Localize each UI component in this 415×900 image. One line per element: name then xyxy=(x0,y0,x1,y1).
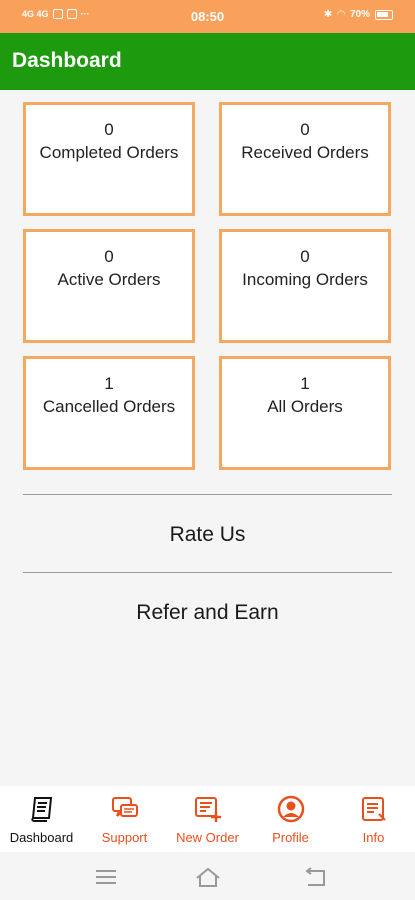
status-bar: 4G 4G ··· 08:50 ✱ ◠ 70% xyxy=(0,0,415,33)
tile-incoming-orders[interactable]: 0 Incoming Orders xyxy=(219,229,391,343)
dashboard-icon xyxy=(30,797,52,822)
profile-icon xyxy=(277,795,304,823)
tile-active-orders[interactable]: 0 Active Orders xyxy=(23,229,195,343)
tile-label: Active Orders xyxy=(57,270,161,289)
nav-support[interactable]: Support xyxy=(83,794,166,850)
tile-label: Completed Orders xyxy=(39,143,179,162)
tile-count: 0 xyxy=(300,120,310,139)
tile-completed-orders[interactable]: 0 Completed Orders xyxy=(23,102,195,216)
bottom-nav: Dashboard Support New Order Profile Info xyxy=(0,786,415,852)
tile-count: 1 xyxy=(104,374,114,393)
nav-label: Dashboard xyxy=(9,830,74,845)
system-nav-bar xyxy=(0,852,415,900)
nav-info[interactable]: Info xyxy=(332,794,415,850)
battery-percent: 70% xyxy=(349,9,370,20)
info-document-icon xyxy=(361,797,386,821)
tile-count: 0 xyxy=(104,120,114,139)
tile-cancelled-orders[interactable]: 1 Cancelled Orders xyxy=(23,356,195,470)
tile-label: Incoming Orders xyxy=(242,270,368,289)
wifi-icon: ◠ xyxy=(337,9,345,20)
back-icon[interactable] xyxy=(302,866,330,888)
nav-profile[interactable]: Profile xyxy=(249,794,332,850)
battery-icon xyxy=(375,9,393,20)
recent-apps-icon[interactable] xyxy=(92,866,120,888)
nav-label: Profile xyxy=(272,830,309,845)
tile-count: 0 xyxy=(104,247,114,266)
refer-and-earn-link[interactable]: Refer and Earn xyxy=(23,583,392,643)
nav-label: Info xyxy=(362,830,385,845)
rate-us-link[interactable]: Rate Us xyxy=(23,505,392,565)
nav-label: Support xyxy=(101,830,148,845)
app-bar: Dashboard xyxy=(0,33,415,90)
support-chat-icon xyxy=(111,797,138,817)
tile-count: 1 xyxy=(300,374,310,393)
new-order-icon xyxy=(194,797,221,822)
divider xyxy=(23,494,392,495)
bluetooth-icon: ✱ xyxy=(323,9,333,20)
divider xyxy=(23,572,392,573)
tile-count: 0 xyxy=(300,247,310,266)
tile-label: Received Orders xyxy=(241,143,369,162)
tile-received-orders[interactable]: 0 Received Orders xyxy=(219,102,391,216)
nav-label: New Order xyxy=(176,830,239,845)
home-icon[interactable] xyxy=(194,866,222,888)
page-title: Dashboard xyxy=(12,49,122,72)
tile-label: All Orders xyxy=(267,397,343,416)
tile-all-orders[interactable]: 1 All Orders xyxy=(219,356,391,470)
tile-label: Cancelled Orders xyxy=(42,397,176,416)
status-right-icons: ✱ ◠ 70% xyxy=(324,9,393,20)
nav-new-order[interactable]: New Order xyxy=(166,794,249,850)
nav-dashboard[interactable]: Dashboard xyxy=(0,794,83,850)
